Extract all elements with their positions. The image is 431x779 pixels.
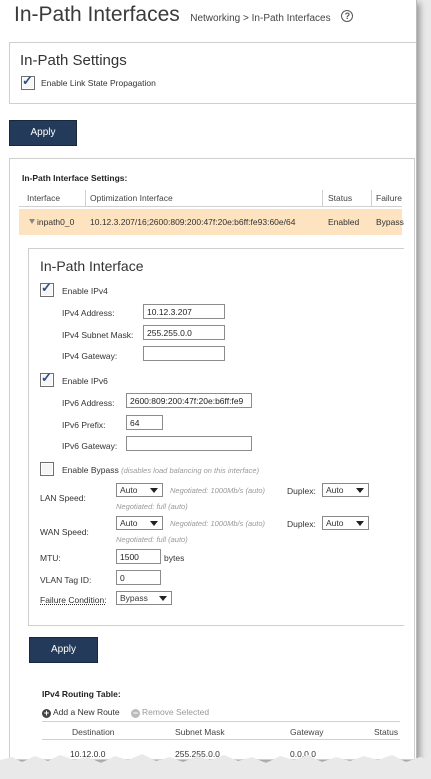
lan-negotiated-duplex: Negotiated: full (auto): [116, 502, 188, 511]
ipv6-gateway-label: IPv6 Gateway:: [62, 441, 118, 451]
breadcrumb-networking[interactable]: Networking: [190, 13, 240, 24]
remove-icon: −: [131, 708, 140, 718]
enable-ipv4-label: Enable IPv4: [62, 286, 108, 296]
inpath-interface-title: In-Path Interface: [40, 258, 144, 274]
link-state-label: Enable Link State Propagation: [41, 78, 156, 88]
expand-triangle-icon[interactable]: [29, 219, 35, 224]
col-interface[interactable]: Interface: [27, 193, 60, 203]
ipv4-address-input[interactable]: 10.12.3.207: [143, 304, 225, 319]
row-status: Enabled: [328, 217, 360, 227]
table-row[interactable]: inpath0_0 10.12.3.207/16;2600:809:200:47…: [19, 209, 404, 235]
wan-speed-label: WAN Speed:: [40, 527, 89, 537]
col-status[interactable]: Status: [328, 193, 352, 203]
ipv6-address-label: IPv6 Address:: [62, 398, 115, 408]
failure-condition-select[interactable]: Bypass: [116, 591, 172, 605]
mtu-unit: bytes: [164, 553, 185, 563]
ipv4-mask-input[interactable]: 255.255.0.0: [143, 325, 225, 340]
col-optimization[interactable]: Optimization Interface: [90, 193, 173, 203]
mtu-label: MTU:: [40, 553, 61, 563]
mtu-input[interactable]: 1500: [116, 549, 161, 564]
ipv4-address-label: IPv4 Address:: [62, 308, 115, 318]
routing-table-title: IPv4 Routing Table:: [42, 689, 121, 699]
row-interface: inpath0_0: [37, 217, 75, 227]
routing-header-bottom: [42, 739, 400, 740]
header-separator: [19, 206, 402, 207]
enable-bypass-checkbox[interactable]: [40, 462, 54, 476]
inpath-settings-panel: In-Path Settings Enable Link State Propa…: [9, 42, 416, 104]
lan-negotiated-speed: Negotiated: 1000Mb/s (auto): [170, 486, 266, 495]
inpath-settings-title: In-Path Settings: [20, 52, 127, 69]
lan-duplex-select[interactable]: Auto: [322, 483, 369, 497]
failure-condition-label[interactable]: Failure Condition:: [40, 595, 107, 605]
enable-ipv6-checkbox[interactable]: [40, 370, 54, 387]
page: In-Path Interfaces Networking > In-Path …: [0, 0, 417, 760]
ipv4-gateway-input[interactable]: [143, 346, 225, 361]
ipv6-prefix-label: IPv6 Prefix:: [62, 420, 106, 430]
link-state-checkbox[interactable]: [21, 73, 35, 90]
add-route-label: Add a New Route: [53, 707, 120, 717]
remove-selected-button[interactable]: − Remove Selected: [131, 707, 209, 718]
page-title: In-Path Interfaces: [14, 3, 180, 26]
lan-duplex-label: Duplex:: [287, 486, 316, 496]
breadcrumb: Networking > In-Path Interfaces: [190, 13, 333, 24]
col-divider: [322, 190, 323, 206]
col-divider: [85, 190, 86, 206]
lan-speed-select[interactable]: Auto: [116, 483, 163, 497]
torn-edge: [0, 754, 431, 779]
col-failure[interactable]: Failure: [376, 193, 402, 203]
interface-settings-title: In-Path Interface Settings:: [22, 173, 128, 183]
enable-bypass-note: (disables load balancing on this interfa…: [121, 466, 260, 475]
add-icon: +: [42, 708, 51, 718]
enable-ipv4-checkbox[interactable]: [40, 280, 54, 297]
row-failure: Bypass: [376, 217, 404, 227]
enable-ipv6-label: Enable IPv6: [62, 376, 108, 386]
ipv6-gateway-input[interactable]: [126, 436, 252, 451]
routing-col-gateway[interactable]: Gateway: [290, 727, 324, 737]
breadcrumb-current: In-Path Interfaces: [251, 13, 331, 24]
help-icon[interactable]: ?: [341, 10, 354, 22]
wan-negotiated-duplex: Negotiated: full (auto): [116, 535, 188, 544]
routing-col-destination[interactable]: Destination: [72, 727, 115, 737]
apply-button[interactable]: Apply: [9, 120, 77, 146]
row-optimization: 10.12.3.207/16;2600:809:200:47f:20e:b6ff…: [90, 217, 296, 227]
routing-col-mask[interactable]: Subnet Mask: [175, 727, 225, 737]
vlan-input[interactable]: 0: [116, 570, 161, 585]
routing-col-status[interactable]: Status: [374, 727, 398, 737]
vlan-label: VLAN Tag ID:: [40, 575, 92, 585]
routing-header-top: [42, 721, 400, 722]
enable-bypass-text: Enable Bypass: [62, 465, 119, 475]
enable-bypass-label: Enable Bypass (disables load balancing o…: [62, 465, 259, 475]
lan-speed-label: LAN Speed:: [40, 493, 86, 503]
ipv6-prefix-input[interactable]: 64: [126, 415, 163, 430]
ipv4-gateway-label: IPv4 Gateway:: [62, 351, 118, 361]
ipv6-address-input[interactable]: 2600:809:200:47f:20e:b6ff:fe9: [126, 393, 252, 408]
page-header: In-Path Interfaces Networking > In-Path …: [14, 3, 354, 29]
ipv4-mask-label: IPv4 Subnet Mask:: [62, 330, 134, 340]
breadcrumb-separator: >: [243, 13, 249, 24]
wan-speed-select[interactable]: Auto: [116, 516, 163, 530]
wan-negotiated-speed: Negotiated: 1000Mb/s (auto): [170, 519, 266, 528]
wan-duplex-select[interactable]: Auto: [322, 516, 369, 530]
remove-selected-label: Remove Selected: [142, 707, 210, 717]
interface-apply-button[interactable]: Apply: [29, 637, 98, 663]
add-route-button[interactable]: + Add a New Route: [42, 707, 120, 718]
wan-duplex-label: Duplex:: [287, 519, 316, 529]
col-divider: [371, 190, 372, 206]
